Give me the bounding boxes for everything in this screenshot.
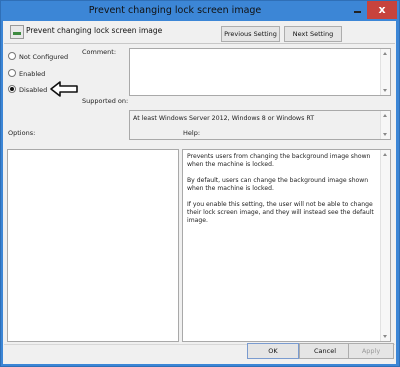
title-bar[interactable]: Prevent changing lock screen image x (1, 1, 399, 23)
arrow-annotation-icon (50, 81, 78, 97)
radio-circle[interactable] (8, 85, 16, 93)
previous-setting-button[interactable]: Previous Setting (221, 26, 280, 42)
radio-circle[interactable] (8, 69, 16, 77)
help-panel: Prevents users from changing the backgro… (182, 149, 391, 342)
close-button[interactable]: x (367, 1, 397, 19)
help-paragraph: If you enable this setting, the user wil… (187, 201, 374, 224)
cancel-button[interactable]: Cancel (299, 343, 351, 359)
radio-label: Disabled (19, 86, 48, 94)
dialog-window: Prevent changing lock screen image x Pre… (0, 0, 400, 367)
policy-icon (10, 25, 24, 39)
minimize-button[interactable] (348, 1, 367, 19)
supported-on-value: At least Windows Server 2012, Windows 8 … (133, 115, 315, 122)
comment-label: Comment: (82, 48, 117, 56)
radio-label: Enabled (19, 70, 46, 78)
options-label: Options: (8, 129, 36, 137)
dialog-body: Prevent changing lock screen image Previ… (3, 21, 396, 364)
apply-button[interactable]: Apply (348, 343, 394, 359)
next-setting-button[interactable]: Next Setting (284, 26, 342, 42)
supported-on-scrollbar[interactable] (380, 111, 390, 139)
close-icon: x (378, 3, 386, 16)
radio-enabled[interactable]: Enabled (8, 69, 45, 78)
comment-textarea[interactable] (129, 48, 391, 96)
help-paragraph: Prevents users from changing the backgro… (187, 153, 371, 168)
help-text: Prevents users from changing the backgro… (187, 153, 377, 233)
ok-button[interactable]: OK (247, 343, 299, 359)
help-scrollbar[interactable] (380, 150, 390, 341)
radio-label: Not Configured (19, 53, 69, 61)
supported-on-label: Supported on: (82, 97, 129, 105)
help-paragraph: By default, users can change the backgro… (187, 177, 369, 192)
radio-not-configured[interactable]: Not Configured (8, 52, 68, 61)
radio-circle[interactable] (8, 52, 16, 60)
supported-on-box: At least Windows Server 2012, Windows 8 … (129, 110, 391, 140)
comment-scrollbar[interactable] (380, 49, 390, 95)
header-divider (4, 43, 395, 44)
options-panel (7, 149, 179, 342)
setting-title: Prevent changing lock screen image (26, 26, 163, 35)
help-label: Help: (183, 129, 201, 137)
window-title: Prevent changing lock screen image (88, 5, 262, 16)
radio-disabled[interactable]: Disabled (8, 85, 47, 94)
